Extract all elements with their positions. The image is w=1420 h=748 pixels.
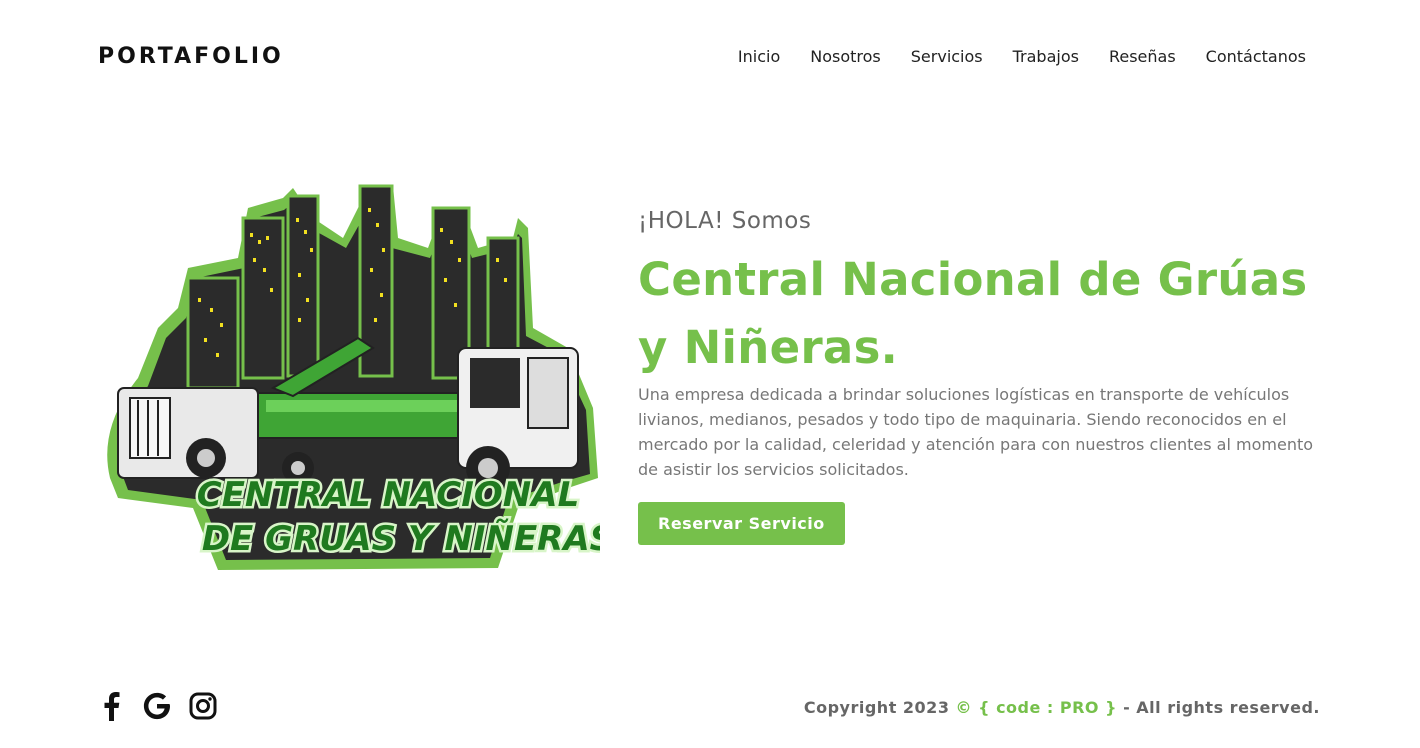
- company-logo: CENTRAL NACIONAL DE GRUAS Y NIÑERAS: [98, 178, 617, 570]
- copyright-brand[interactable]: © { code : PRO }: [956, 698, 1117, 717]
- hero-description: Una empresa dedicada a brindar solucione…: [638, 385, 1314, 479]
- nav-link-trabajos[interactable]: Trabajos: [1013, 47, 1079, 66]
- nav-link-resenas[interactable]: Reseñas: [1109, 47, 1176, 66]
- nav-link-contactanos[interactable]: Contáctanos: [1206, 47, 1306, 66]
- site-brand[interactable]: PORTAFOLIO: [98, 44, 284, 69]
- nav-link-servicios[interactable]: Servicios: [911, 47, 983, 66]
- copyright-text: Copyright 2023 © { code : PRO } - All ri…: [804, 698, 1320, 717]
- logo-line-1: CENTRAL NACIONAL: [197, 475, 579, 515]
- nav-link-inicio[interactable]: Inicio: [738, 47, 780, 66]
- hero-headline: Central Nacional de Grúas y Niñeras.: [638, 253, 1308, 374]
- nav-link-nosotros[interactable]: Nosotros: [810, 47, 881, 66]
- social-links: [96, 690, 218, 722]
- google-icon[interactable]: [142, 690, 172, 722]
- main-nav: Inicio Nosotros Servicios Trabajos Reseñ…: [738, 47, 1306, 66]
- facebook-icon[interactable]: [96, 690, 126, 722]
- copyright-prefix: Copyright 2023: [803, 698, 950, 717]
- reservar-servicio-button[interactable]: Reservar Servicio: [638, 502, 845, 545]
- hero-section: ¡HOLA! Somos Central Nacional de Grúas y…: [638, 208, 1328, 545]
- hero-greeting: ¡HOLA! Somos: [638, 208, 812, 234]
- logo-line-2: DE GRUAS Y NIÑERAS: [202, 518, 600, 559]
- copyright-suffix: - All rights reserved.: [1123, 698, 1320, 717]
- instagram-icon[interactable]: [188, 690, 218, 722]
